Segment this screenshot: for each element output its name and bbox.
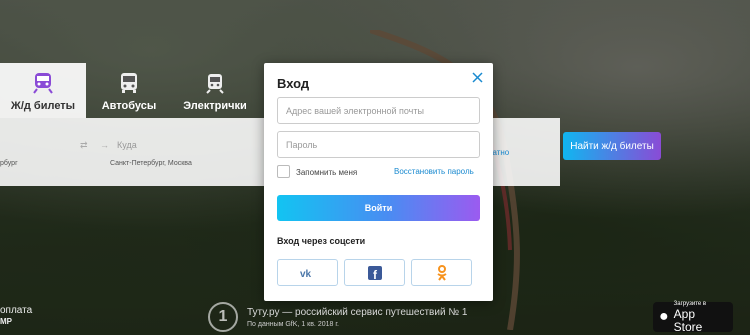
from-hint[interactable]: рбург xyxy=(0,160,18,167)
tab-suburban[interactable]: Электрички xyxy=(172,63,258,118)
appstore-big: App Store xyxy=(673,306,703,334)
social-title: Вход через соцсети xyxy=(277,236,366,246)
payment-text: оплата MP xyxy=(0,305,32,327)
vk-button[interactable]: vk xyxy=(277,259,338,286)
odnoklassniki-button[interactable] xyxy=(411,259,472,286)
login-button[interactable]: Войти xyxy=(277,195,480,221)
password-field[interactable]: Пароль xyxy=(277,131,480,158)
vk-icon: vk xyxy=(300,269,312,278)
modal-title: Вход xyxy=(277,76,310,91)
footer-title: Туту.ру — российский сервис путешествий … xyxy=(247,307,468,318)
facebook-icon: f xyxy=(367,265,382,280)
close-icon[interactable] xyxy=(471,71,484,84)
facebook-button[interactable]: f xyxy=(344,259,405,286)
tab-label: Автобусы xyxy=(101,100,157,112)
tab-train[interactable]: Ж/д билеты xyxy=(0,63,86,118)
swap-icon[interactable]: ⇄ xyxy=(80,140,88,151)
tab-label: Электрички xyxy=(183,100,247,112)
app-store-button[interactable]: ● Загрузите в App Store xyxy=(653,301,733,334)
suburban-train-icon xyxy=(206,74,224,94)
svg-text:vk: vk xyxy=(300,269,312,278)
footer-source: По данным GfK, 1 кв. 2018 г. xyxy=(247,321,339,328)
train-icon xyxy=(33,73,53,94)
payment-brand: MP xyxy=(0,317,12,326)
tab-bus[interactable]: Автобусы xyxy=(86,63,172,118)
remember-checkbox[interactable] xyxy=(277,165,290,178)
arrow-icon: → xyxy=(100,140,109,150)
restore-password-link[interactable]: Восстановить пароль xyxy=(394,167,474,176)
payment-label: оплата xyxy=(0,305,33,316)
award-medal-icon: 1 xyxy=(208,302,238,332)
remember-label[interactable]: Запомнить меня xyxy=(296,168,357,177)
to-hint[interactable]: Санкт-Петербург, Москва xyxy=(110,160,192,167)
transport-tabs: Ж/д билеты Автобусы Электрички xyxy=(0,63,258,118)
tab-label: Ж/д билеты xyxy=(10,100,76,112)
odnoklassniki-icon xyxy=(436,264,447,281)
search-button[interactable]: Найти ж/д билеты xyxy=(563,132,661,160)
to-input[interactable]: Куда xyxy=(117,140,137,150)
bus-icon xyxy=(121,73,137,93)
email-field[interactable]: Адрес вашей электронной почты xyxy=(277,97,480,124)
apple-icon: ● xyxy=(659,308,669,325)
login-modal: Вход Адрес вашей электронной почты Парол… xyxy=(264,63,493,301)
